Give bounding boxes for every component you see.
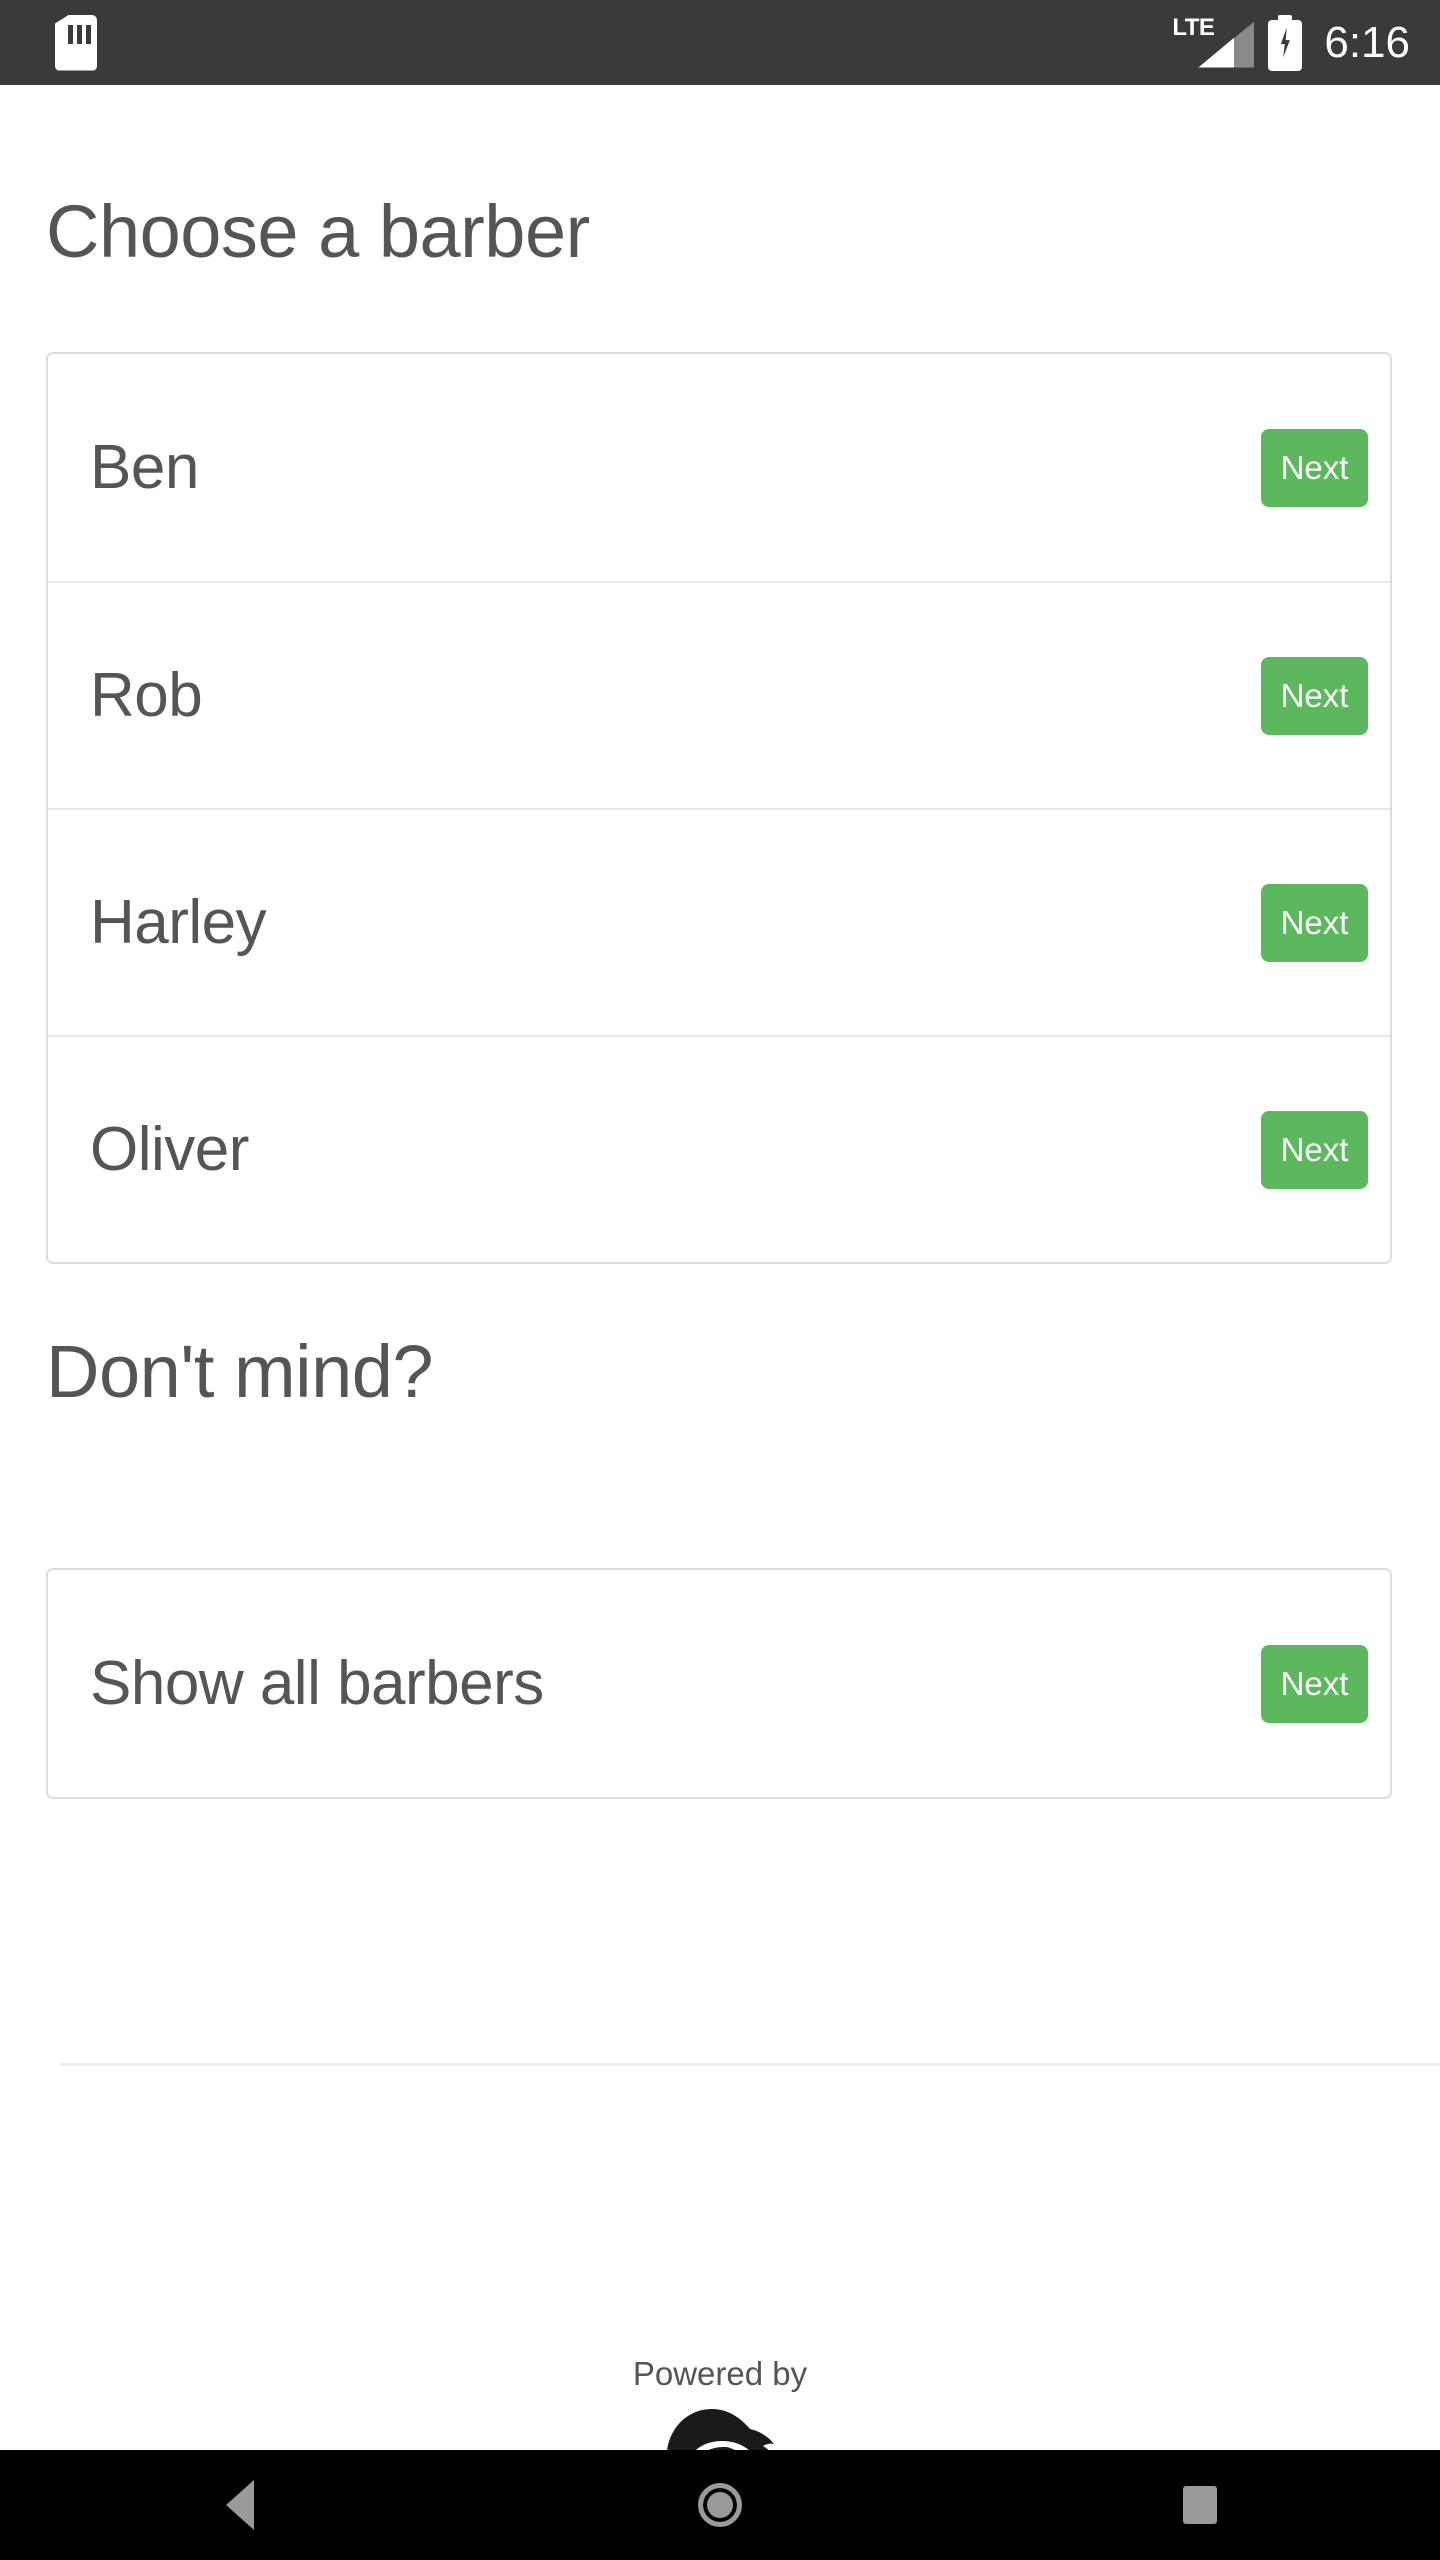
next-button-oliver[interactable]: Next	[1261, 1110, 1368, 1189]
footer-divider	[60, 2063, 1440, 2066]
barber-row-oliver[interactable]: Oliver Next	[48, 1035, 1390, 1262]
nav-back-button[interactable]	[0, 2450, 480, 2560]
sim-card-icon	[55, 14, 97, 71]
phone-screen: LTE 6:16 Choose a barber Ben Next Rob Ne…	[0, 0, 1440, 2560]
status-bar-right: LTE 6:16	[1172, 14, 1410, 72]
next-button-harley[interactable]: Next	[1261, 883, 1368, 962]
barber-name-label: Harley	[90, 887, 267, 957]
status-bar-left	[55, 14, 97, 71]
show-all-barbers-label: Show all barbers	[90, 1648, 544, 1718]
back-triangle-icon	[225, 2480, 254, 2530]
barber-name-label: Ben	[90, 432, 199, 502]
section-heading-dont-mind: Don't mind?	[46, 1330, 434, 1413]
main-content: Choose a barber Ben Next Rob Next Harley…	[0, 85, 1440, 2535]
nav-home-button[interactable]	[480, 2450, 960, 2560]
show-all-barbers-row[interactable]: Show all barbers Next	[48, 1570, 1390, 1797]
barber-row-ben[interactable]: Ben Next	[48, 354, 1390, 581]
barber-list-card: Ben Next Rob Next Harley Next Oliver Nex…	[46, 352, 1392, 1264]
next-button-ben[interactable]: Next	[1261, 428, 1368, 507]
home-circle-icon	[697, 2483, 742, 2527]
status-bar-clock: 6:16	[1324, 17, 1410, 67]
barber-name-label: Oliver	[90, 1114, 249, 1184]
recents-square-icon	[1182, 2486, 1217, 2524]
show-all-barbers-card: Show all barbers Next	[46, 1568, 1392, 1799]
status-bar: LTE 6:16	[0, 0, 1440, 85]
battery-charging-icon	[1268, 14, 1303, 71]
barber-name-label: Rob	[90, 660, 203, 730]
next-button-show-all[interactable]: Next	[1261, 1644, 1368, 1723]
next-button-rob[interactable]: Next	[1261, 656, 1368, 735]
powered-by-label: Powered by	[632, 2355, 808, 2392]
nav-recents-button[interactable]	[960, 2450, 1440, 2560]
barber-row-rob[interactable]: Rob Next	[48, 581, 1390, 808]
android-nav-bar	[0, 2450, 1440, 2560]
network-type-label: LTE	[1172, 13, 1215, 41]
barber-row-harley[interactable]: Harley Next	[48, 808, 1390, 1035]
signal-bars-icon: LTE	[1172, 13, 1255, 72]
page-title: Choose a barber	[46, 190, 590, 273]
